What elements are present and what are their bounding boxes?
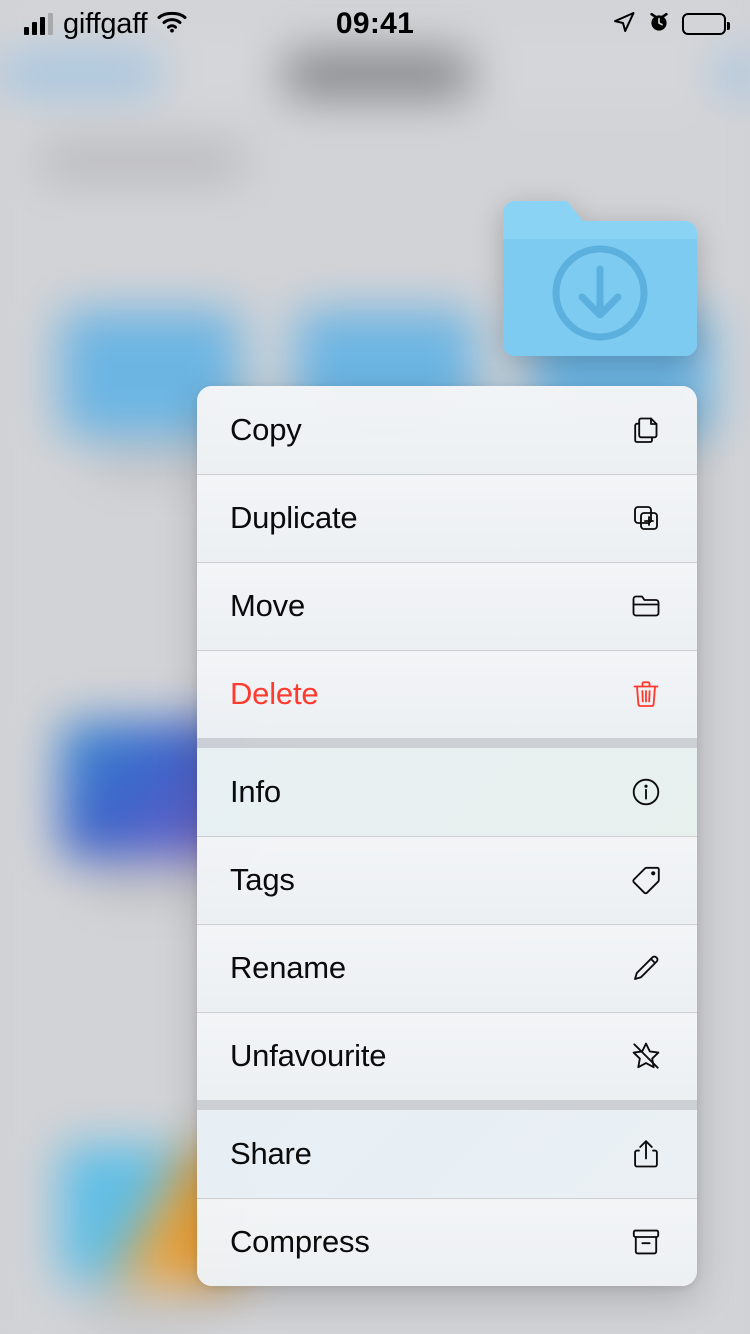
tag-icon xyxy=(626,860,666,900)
background-file-label xyxy=(87,1297,213,1322)
context-menu[interactable]: Copy Duplicate Move Delete Info Tags Ren… xyxy=(197,386,697,1286)
menu-group: Share Compress xyxy=(197,1110,697,1286)
background-back-button xyxy=(0,55,160,92)
menu-group-separator xyxy=(197,738,697,748)
alarm-clock-icon xyxy=(647,10,671,39)
menu-item-copy[interactable]: Copy xyxy=(197,386,697,474)
trash-icon xyxy=(626,674,666,714)
menu-item-label: Info xyxy=(230,774,281,809)
background-file-label xyxy=(96,449,207,474)
menu-item-info[interactable]: Info xyxy=(197,748,697,836)
location-arrow-icon xyxy=(612,10,636,39)
info-circle-icon xyxy=(626,772,666,812)
menu-item-label: Tags xyxy=(230,862,295,897)
status-bar-right xyxy=(612,10,730,39)
background-subtitle xyxy=(41,145,243,178)
background-file-label xyxy=(87,871,213,895)
star-slash-icon xyxy=(626,1036,666,1076)
menu-group-separator xyxy=(197,1100,697,1110)
menu-item-tags[interactable]: Tags xyxy=(197,836,697,924)
share-icon xyxy=(626,1134,666,1174)
menu-item-label: Duplicate xyxy=(230,500,358,535)
downloads-folder-icon[interactable] xyxy=(503,201,697,356)
folder-icon xyxy=(626,586,666,626)
status-bar: giffgaff 09:41 xyxy=(0,0,750,48)
battery-icon xyxy=(682,13,730,35)
pencil-icon xyxy=(626,948,666,988)
menu-item-label: Unfavourite xyxy=(230,1038,387,1073)
menu-item-unfavourite[interactable]: Unfavourite xyxy=(197,1012,697,1100)
duplicate-icon xyxy=(626,498,666,538)
copy-icon xyxy=(626,410,666,450)
menu-item-share[interactable]: Share xyxy=(197,1110,697,1198)
menu-item-compress[interactable]: Compress xyxy=(197,1198,697,1286)
menu-item-duplicate[interactable]: Duplicate xyxy=(197,474,697,562)
menu-item-label: Share xyxy=(230,1136,312,1171)
menu-group: Info Tags Rename Unfavourite xyxy=(197,748,697,1100)
menu-item-label: Move xyxy=(230,588,306,623)
menu-group: Copy Duplicate Move Delete xyxy=(197,386,697,738)
menu-item-delete[interactable]: Delete xyxy=(197,650,697,738)
menu-item-label: Delete xyxy=(230,676,319,711)
menu-item-label: Copy xyxy=(230,412,302,447)
menu-item-label: Rename xyxy=(230,950,346,985)
background-right-action xyxy=(719,55,750,94)
archive-icon xyxy=(626,1222,666,1262)
menu-item-rename[interactable]: Rename xyxy=(197,924,697,1012)
menu-item-move[interactable]: Move xyxy=(197,562,697,650)
menu-item-label: Compress xyxy=(230,1224,370,1259)
background-title xyxy=(284,53,471,96)
